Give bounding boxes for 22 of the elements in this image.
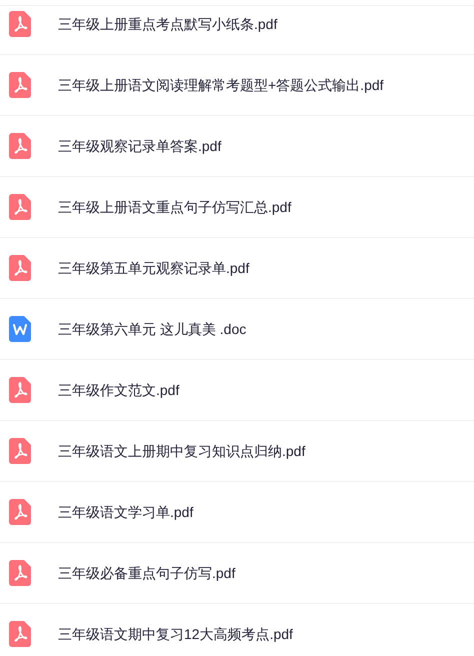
pdf-file-icon	[9, 621, 31, 647]
file-name[interactable]: 三年级第五单元观察记录单.pdf	[58, 258, 250, 278]
pdf-file-icon	[9, 377, 31, 403]
file-name[interactable]: 三年级语文上册期中复习知识点归纳.pdf	[58, 440, 306, 462]
pdf-file-icon	[9, 499, 31, 525]
file-name[interactable]: 三年级第六单元 这儿真美 .doc	[58, 318, 246, 340]
file-name[interactable]: 三年级观察记录单答案.pdf	[58, 136, 222, 156]
file-name[interactable]: 三年级上册语文重点句子仿写汇总.pdf	[58, 196, 292, 218]
pdf-file-icon	[9, 438, 31, 464]
file-name[interactable]: 三年级语文期中复习12大高频考点.pdf	[58, 624, 293, 644]
pdf-file-icon	[9, 72, 31, 98]
pdf-file-icon	[9, 194, 31, 220]
pdf-file-icon	[9, 11, 31, 37]
file-name[interactable]: 三年级必备重点句子仿写.pdf	[58, 562, 236, 584]
word-file-icon	[9, 316, 31, 342]
pdf-file-icon	[9, 133, 31, 159]
pdf-file-icon	[9, 255, 31, 281]
file-name[interactable]: 三年级上册语文阅读理解常考题型+答题公式输出.pdf	[58, 74, 384, 96]
file-name[interactable]: 三年级作文范文.pdf	[58, 380, 180, 400]
file-name[interactable]: 三年级语文学习单.pdf	[58, 502, 194, 522]
pdf-file-icon	[9, 560, 31, 586]
file-name[interactable]: 三年级上册重点考点默写小纸条.pdf	[58, 14, 278, 34]
